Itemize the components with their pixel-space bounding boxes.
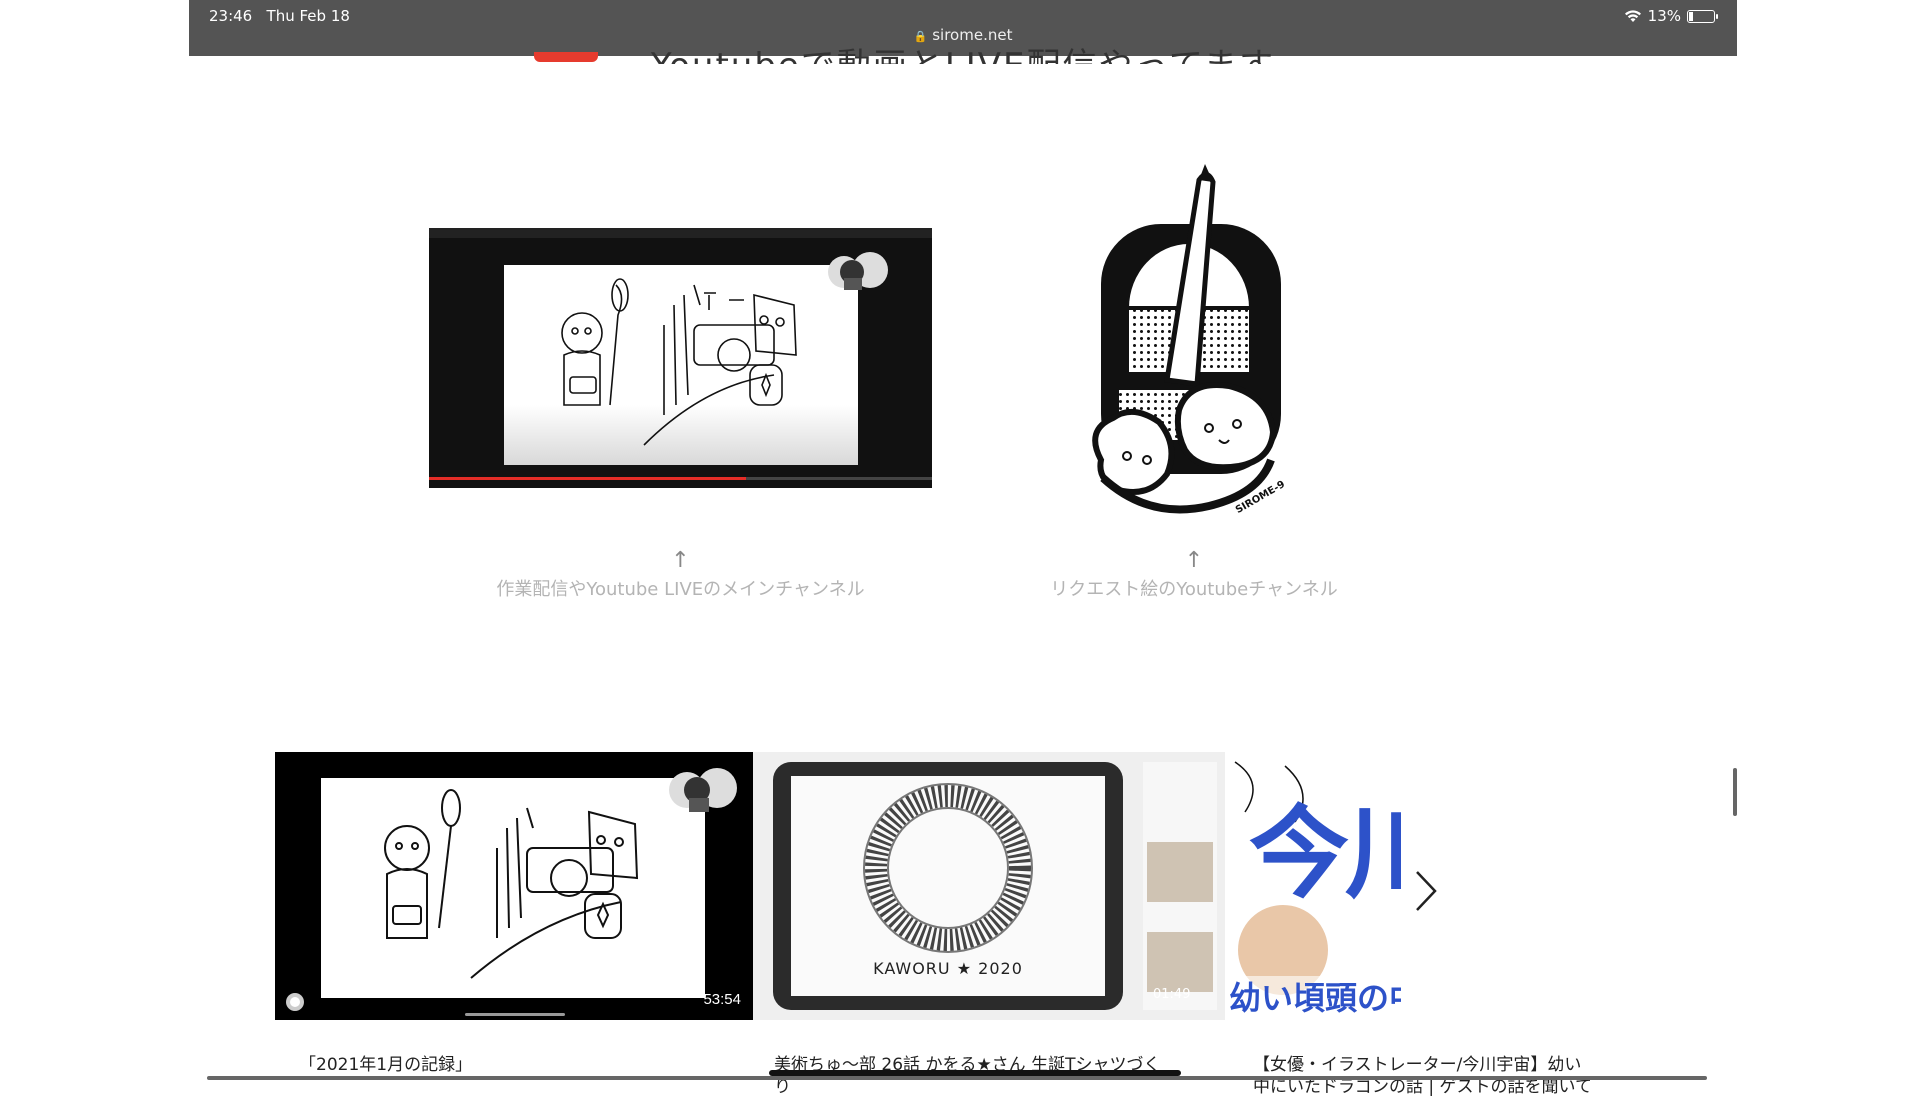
horizontal-scrollbar[interactable] bbox=[207, 1076, 1707, 1080]
channel-avatar-icon bbox=[286, 993, 304, 1011]
video-carousel: 53:54 KAWORU ★ 2020 01:49 今川 幼い頃頭の bbox=[275, 752, 1401, 1022]
ipad-screen: KAWORU ★ 2020 bbox=[791, 776, 1105, 996]
video-duration-partial: 01:49 bbox=[1153, 987, 1191, 1002]
thumb-scrub-indicator bbox=[465, 1013, 565, 1016]
status-right: 13% bbox=[1624, 7, 1718, 25]
pen-cup-logo-icon bbox=[1092, 164, 1281, 514]
request-channel-caption: ↑ リクエスト絵のYoutubeチャンネル bbox=[989, 548, 1399, 601]
section-heading-cutoff: Youtubeで動画とLIVE配信やってます bbox=[189, 38, 1737, 64]
main-channel-caption: ↑ 作業配信やYoutube LIVEのメインチャンネル bbox=[429, 548, 932, 601]
video-thumbnail-2[interactable]: KAWORU ★ 2020 01:49 bbox=[753, 752, 1225, 1020]
ipad-frame: KAWORU ★ 2020 bbox=[773, 762, 1123, 1010]
time-text: 23:46 bbox=[209, 7, 253, 25]
sidebar-panel: 01:49 bbox=[1143, 762, 1217, 1010]
thumb-caption: KAWORU ★ 2020 bbox=[873, 959, 1023, 978]
main-channel-label[interactable]: 作業配信やYoutube LIVEのメインチャンネル bbox=[429, 575, 932, 601]
status-time: 23:46 Thu Feb 18 bbox=[209, 7, 350, 25]
request-channel-logo[interactable]: SIROME-9 bbox=[1089, 160, 1299, 530]
date-text: Thu Feb 18 bbox=[266, 7, 350, 25]
video-thumbnail-1[interactable]: 53:54 bbox=[275, 752, 753, 1020]
battery-icon bbox=[1687, 9, 1718, 23]
video-thumbnail-3[interactable]: 女優 今川宇宙 幼い頃頭の中にいたドラゴ bbox=[1225, 752, 1401, 1020]
streamer-avatar-icon bbox=[669, 768, 737, 812]
doodle-illustration bbox=[561, 278, 797, 446]
streamer-avatar-icon bbox=[828, 252, 888, 290]
next-arrow-icon[interactable] bbox=[1411, 866, 1441, 916]
doodle-illustration bbox=[384, 789, 639, 979]
thumb-bottom-text: 幼い頃頭の中にいたドラゴ bbox=[1225, 976, 1401, 1020]
webcam-feed bbox=[1147, 932, 1213, 992]
wifi-icon bbox=[1624, 10, 1641, 22]
up-arrow-icon: ↑ bbox=[1184, 548, 1204, 573]
vertical-scrollbar[interactable] bbox=[1733, 768, 1737, 816]
youtube-logo-icon bbox=[534, 52, 598, 62]
battery-percent: 13% bbox=[1647, 7, 1681, 25]
thumb-name: 今川宇宙 bbox=[1249, 795, 1401, 912]
drawing-canvas bbox=[321, 778, 705, 998]
browser-frame: 23:46 Thu Feb 18 🔒sirome.net 13% Youtube… bbox=[189, 0, 1737, 1097]
drawing-canvas bbox=[504, 265, 858, 465]
wreath-illustration bbox=[863, 783, 1033, 953]
video-progress-bar[interactable] bbox=[429, 477, 932, 480]
main-channel-thumbnail[interactable] bbox=[429, 228, 932, 488]
video-duration: 53:54 bbox=[703, 991, 741, 1008]
webcam-feed bbox=[1147, 842, 1213, 902]
up-arrow-icon: ↑ bbox=[671, 548, 690, 573]
thumb-browser-bar bbox=[429, 228, 932, 238]
request-channel-label[interactable]: リクエスト絵のYoutubeチャンネル bbox=[989, 575, 1399, 601]
video-title-1[interactable]: 「2021年1月の記録」 bbox=[299, 1050, 472, 1075]
